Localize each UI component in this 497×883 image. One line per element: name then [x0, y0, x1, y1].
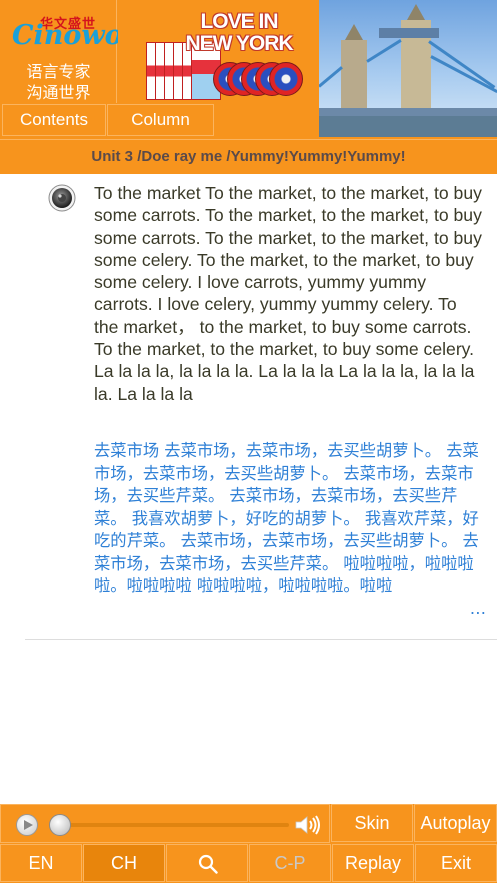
content-divider — [25, 639, 497, 640]
brand-wordmark: Cinowo — [12, 20, 123, 51]
promo-banner[interactable]: LOVE IN NEW YORK — [118, 0, 318, 103]
banner-title-line-1: LOVE IN — [200, 10, 278, 33]
chinese-lyrics-ellipsis: … — [465, 597, 486, 620]
english-lyrics: To the market To the market, to the mark… — [94, 183, 482, 404]
search-icon — [198, 854, 218, 874]
banner-title-line-2: NEW YORK — [185, 32, 293, 55]
replay-button[interactable]: Replay — [332, 844, 414, 882]
cd-discs-image — [213, 62, 313, 98]
app-header: 华文盛世 Cinowo 语言专家 沟通世界 LOVE IN NEW YORK C… — [0, 0, 497, 174]
skin-button[interactable]: Skin — [331, 804, 413, 842]
slogan-line-2: 沟通世界 — [26, 83, 91, 102]
tower-bridge-photo — [319, 0, 497, 137]
unit-title: Unit 3 /Doe ray me /Yummy!Yummy!Yummy! — [0, 139, 497, 173]
exit-button[interactable]: Exit — [415, 844, 497, 882]
bottom-toolbar: Skin Autoplay EN CH C-P Replay Exit — [0, 804, 497, 883]
volume-icon[interactable] — [294, 814, 322, 836]
chinese-lyrics-text: 去菜市场 去菜市场，去菜市场，去买些胡萝卜。 去菜市场，去菜市场，去买些胡萝卜。… — [94, 441, 479, 595]
contents-button[interactable]: Contents — [2, 104, 106, 136]
speaker-icon[interactable] — [47, 184, 77, 212]
progress-track[interactable] — [61, 823, 289, 827]
progress-knob[interactable] — [49, 814, 71, 836]
logo: 华文盛世 Cinowo 语言专家 沟通世界 — [0, 0, 123, 103]
english-toggle-button[interactable]: EN — [0, 844, 82, 882]
column-button[interactable]: Column — [107, 104, 214, 136]
play-icon[interactable] — [16, 814, 38, 836]
chinese-lyrics: 去菜市场 去菜市场，去菜市场，去买些胡萝卜。 去菜市场，去菜市场，去买些胡萝卜。… — [94, 440, 486, 620]
lesson-content: To the market To the market, to the mark… — [0, 174, 497, 804]
chinese-toggle-button[interactable]: CH — [83, 844, 165, 882]
search-button[interactable] — [166, 844, 248, 882]
cp-button[interactable]: C-P — [249, 844, 331, 882]
autoplay-button[interactable]: Autoplay — [414, 804, 497, 842]
audio-player — [0, 804, 330, 843]
